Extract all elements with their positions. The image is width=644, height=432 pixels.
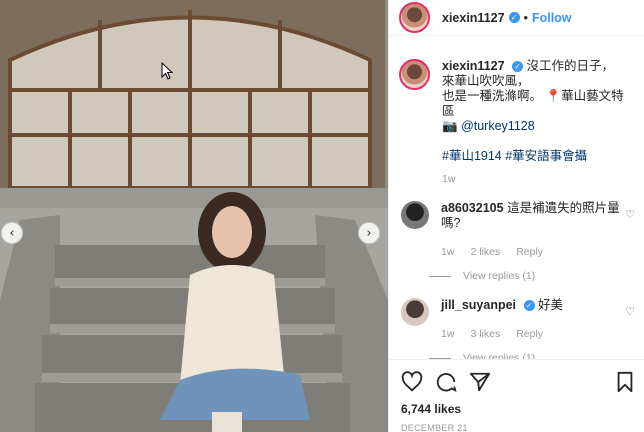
avatar[interactable] xyxy=(401,298,429,326)
caption-avatar[interactable] xyxy=(399,59,430,90)
previous-photo-button[interactable]: ‹ xyxy=(1,222,23,244)
comment-text: jill_suyanpei ✓ 好美 1w 3 likes Reply View… xyxy=(429,298,621,359)
caption: xiexin1127 ✓ 沒工作的日子， 來華山吹吹風， 也是一種洗滌啊。 📍華… xyxy=(399,59,635,187)
separator-dot: • xyxy=(523,10,528,25)
chevron-left-icon: ‹ xyxy=(9,225,15,241)
comment-meta: 1w 2 likes Reply xyxy=(441,245,621,260)
comment-likes[interactable]: 3 likes xyxy=(470,327,500,342)
location-pin-icon: 📍 xyxy=(545,89,562,103)
caption-username[interactable]: xiexin1127 xyxy=(442,59,505,73)
view-replies-label: View replies (1) xyxy=(463,270,536,282)
comment-text: a86032105 這是補遺失的照片量嗎? 1w 2 likes Reply V… xyxy=(429,201,621,284)
verified-icon: ✓ xyxy=(523,300,535,312)
comment-meta: 1w 3 likes Reply xyxy=(441,327,621,342)
comment-likes[interactable]: 2 likes xyxy=(470,245,500,260)
username-link[interactable]: xiexin1127 xyxy=(442,11,505,25)
mouse-cursor-icon xyxy=(161,62,173,80)
comments-list[interactable]: xiexin1127 ✓ 沒工作的日子， 來華山吹吹風， 也是一種洗滌啊。 📍華… xyxy=(389,37,644,359)
reply-button[interactable]: Reply xyxy=(516,245,543,260)
comment-body: 好美 xyxy=(538,298,564,312)
comment-time: 1w xyxy=(441,246,455,258)
caption-mention-link[interactable]: @turkey1128 xyxy=(461,119,535,133)
heart-icon[interactable] xyxy=(401,371,423,393)
next-photo-button[interactable]: › xyxy=(358,222,380,244)
post-photo: ‹ › xyxy=(0,0,388,432)
paper-plane-icon[interactable] xyxy=(469,371,491,393)
verified-icon: ✓ xyxy=(512,61,524,73)
comment-username[interactable]: a86032105 xyxy=(441,201,504,215)
caption-hashtags[interactable]: #華山1914 #華安語事會攝 xyxy=(442,149,587,163)
caption-text: xiexin1127 ✓ 沒工作的日子， 來華山吹吹風， 也是一種洗滌啊。 📍華… xyxy=(442,59,632,187)
comment-username[interactable]: jill_suyanpei xyxy=(441,298,516,312)
post-date: DECEMBER 21 xyxy=(401,423,468,432)
list-item: a86032105 這是補遺失的照片量嗎? 1w 2 likes Reply V… xyxy=(399,201,635,284)
likes-count[interactable]: 6,744 likes xyxy=(401,402,635,416)
action-icons xyxy=(401,370,635,394)
post-actions: 6,744 likes DECEMBER 21 xyxy=(389,359,644,432)
verified-icon: ✓ xyxy=(508,12,520,23)
heart-icon[interactable]: ♡ xyxy=(625,208,635,221)
caption-line-2: 來華山吹吹風， xyxy=(442,74,530,88)
divider xyxy=(429,276,451,277)
heart-icon[interactable]: ♡ xyxy=(625,305,635,318)
caption-time: 1w xyxy=(442,173,456,185)
follow-button[interactable]: Follow xyxy=(532,11,572,25)
camera-icon: 📷 xyxy=(442,119,458,133)
post-header: xiexin1127 ✓ • Follow xyxy=(389,0,644,36)
bookmark-icon[interactable] xyxy=(615,371,635,393)
chevron-right-icon: › xyxy=(366,225,372,241)
view-replies-button[interactable]: View replies (1) xyxy=(429,269,621,284)
reply-button[interactable]: Reply xyxy=(516,327,543,342)
comment-time: 1w xyxy=(441,328,455,340)
comment-icon[interactable] xyxy=(435,371,457,393)
view-replies-button[interactable]: View replies (1) xyxy=(429,351,621,359)
avatar[interactable] xyxy=(401,201,429,229)
caption-line-1: 沒工作的日子， xyxy=(526,59,615,73)
list-item: jill_suyanpei ✓ 好美 1w 3 likes Reply View… xyxy=(399,298,635,359)
avatar[interactable] xyxy=(399,2,430,33)
post-side-panel: xiexin1127 ✓ • Follow xiexin1127 ✓ 沒工作的日… xyxy=(388,0,644,432)
caption-line-3: 也是一種洗滌啊。 xyxy=(442,89,543,103)
view-replies-label: View replies (1) xyxy=(463,352,536,359)
